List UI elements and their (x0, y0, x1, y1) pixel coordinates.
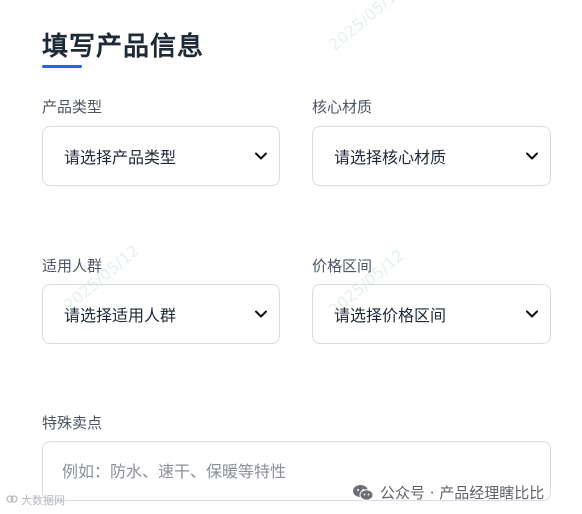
product-type-label: 产品类型 (42, 98, 103, 116)
product-info-form: 填写产品信息 产品类型 请选择产品类型 核心材质 请选择核心材质 适用人群 请选… (0, 0, 582, 514)
form-title: 填写产品信息 (42, 32, 205, 62)
product-type-value: 请选择产品类型 (64, 148, 177, 167)
diagonal-watermark: 2025/05/12 (325, 0, 408, 55)
chevron-down-icon (526, 152, 538, 160)
chevron-down-icon (526, 310, 538, 318)
wechat-watermark: 公众号 · 产品经理瞎比比 (352, 482, 544, 503)
product-type-select[interactable]: 请选择产品类型 (42, 126, 280, 186)
source-watermark: 大数据网 (6, 492, 65, 508)
selling-points-label: 特殊卖点 (42, 414, 103, 432)
chevron-down-icon (255, 152, 267, 160)
core-material-select[interactable]: 请选择核心材质 (312, 126, 551, 186)
core-material-value: 请选择核心材质 (334, 148, 447, 167)
link-icon (6, 494, 18, 507)
wechat-icon (352, 484, 374, 502)
core-material-label: 核心材质 (312, 98, 373, 116)
selling-points-input[interactable] (60, 460, 550, 482)
title-underline (42, 65, 82, 68)
source-watermark-text: 大数据网 (21, 494, 65, 507)
wechat-watermark-text: 公众号 · 产品经理瞎比比 (380, 484, 545, 502)
chevron-down-icon (255, 310, 267, 318)
